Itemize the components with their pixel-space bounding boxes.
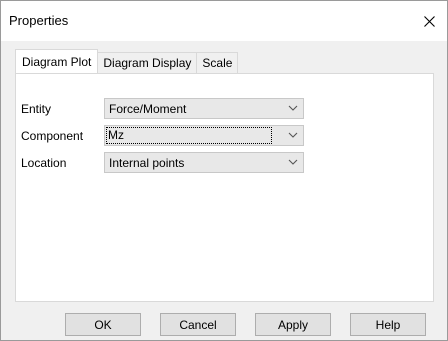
- entity-value: Force/Moment: [109, 101, 187, 116]
- chevron-down-icon: [288, 159, 298, 165]
- component-dropdown[interactable]: Mz: [104, 125, 304, 146]
- tab-diagram-plot[interactable]: Diagram Plot: [15, 49, 99, 73]
- cancel-button[interactable]: Cancel: [160, 313, 236, 336]
- chevron-down-icon: [288, 132, 298, 138]
- title-bar: Properties: [1, 1, 447, 41]
- button-bar: OK Cancel Apply Help: [1, 303, 447, 340]
- entity-dropdown[interactable]: Force/Moment: [104, 98, 304, 119]
- chevron-down-icon: [288, 105, 298, 111]
- entity-row: Entity Force/Moment: [16, 98, 433, 120]
- help-button[interactable]: Help: [350, 313, 426, 336]
- ok-button[interactable]: OK: [65, 313, 141, 336]
- apply-button[interactable]: Apply: [255, 313, 331, 336]
- location-row: Location Internal points: [16, 152, 433, 174]
- tab-panel-diagram-plot: Entity Force/Moment Component Mz Locatio…: [15, 73, 434, 302]
- component-value: Mz: [106, 127, 272, 144]
- location-label: Location: [21, 156, 67, 170]
- location-value: Internal points: [109, 155, 185, 170]
- tab-strip: Diagram Plot Diagram Display Scale: [15, 49, 239, 73]
- component-row: Component Mz: [16, 125, 433, 147]
- properties-dialog: Properties Diagram Plot Diagram Display …: [0, 0, 448, 341]
- dialog-title: Properties: [9, 13, 69, 28]
- tab-diagram-display[interactable]: Diagram Display: [97, 52, 198, 73]
- tab-scale[interactable]: Scale: [196, 52, 239, 73]
- close-icon: [423, 15, 435, 27]
- component-label: Component: [21, 129, 84, 143]
- close-button[interactable]: [411, 1, 447, 41]
- location-dropdown[interactable]: Internal points: [104, 152, 304, 173]
- entity-label: Entity: [21, 102, 52, 116]
